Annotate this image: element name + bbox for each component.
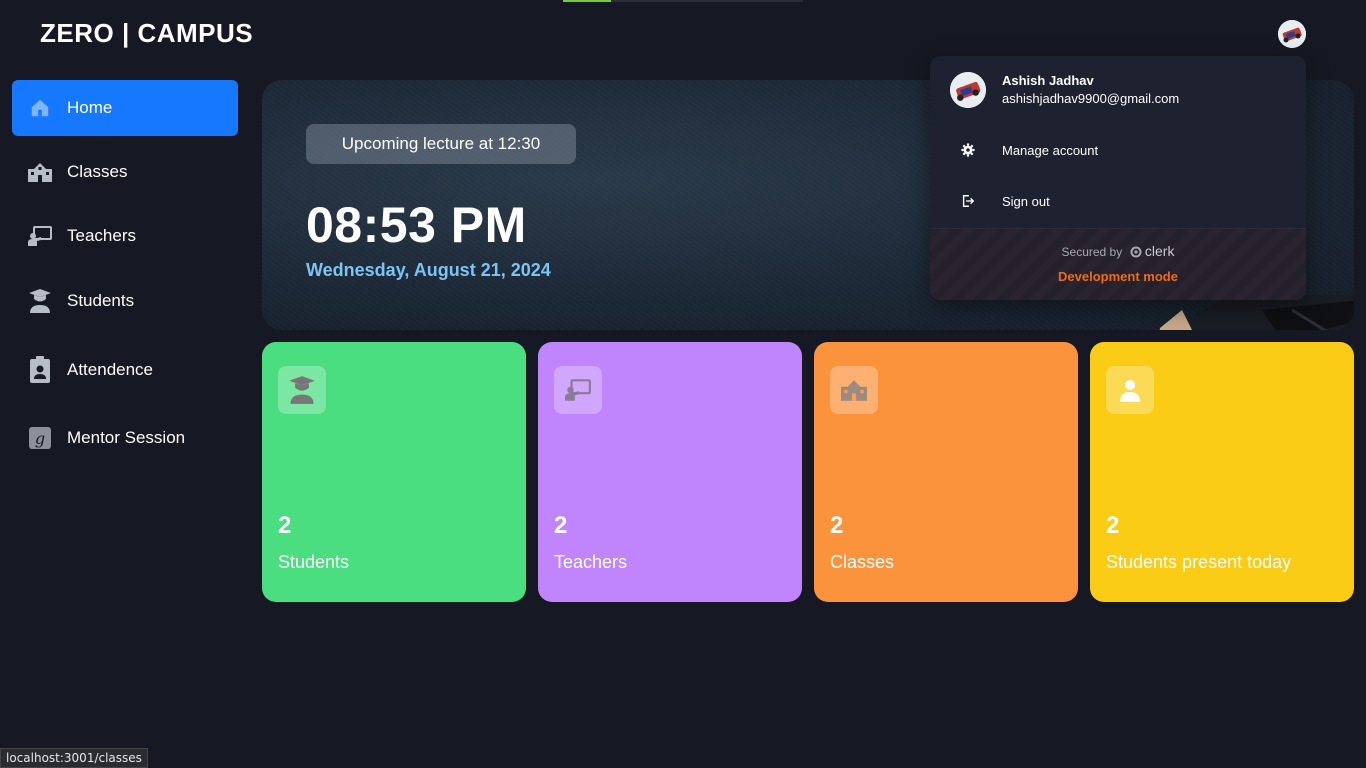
stat-count: 2 <box>1106 512 1120 539</box>
stat-card-classes[interactable]: 2 Classes <box>814 342 1078 602</box>
svg-text:g: g <box>35 429 45 448</box>
sidebar-item-classes[interactable]: Classes <box>12 144 238 200</box>
account-dropdown: Ashish Jadhav ashishjadhav9900@gmail.com… <box>930 56 1306 300</box>
sign-out-label: Sign out <box>1002 193 1050 209</box>
sidebar-item-label: Students <box>67 291 135 310</box>
sidebar-item-attendence[interactable]: Attendence <box>12 342 238 398</box>
teacher-board-icon <box>27 223 53 249</box>
sidebar-item-label: Mentor Session <box>67 428 186 447</box>
secured-by[interactable]: Secured by clerk <box>930 243 1306 261</box>
sign-out-icon <box>960 193 976 209</box>
stat-label: Students <box>278 552 350 572</box>
home-icon <box>27 95 53 121</box>
sign-out-button[interactable]: Sign out <box>930 179 1306 223</box>
sidebar-item-teachers[interactable]: Teachers <box>12 208 238 264</box>
current-date: Wednesday, August 21, 2024 <box>306 260 551 280</box>
manage-account-label: Manage account <box>1002 142 1099 158</box>
development-mode-badge: Development mode <box>1058 269 1178 284</box>
status-bar-url: localhost:3001/classes <box>0 748 148 768</box>
stat-count: 2 <box>554 512 568 539</box>
account-email: ashishjadhav9900@gmail.com <box>1002 91 1180 106</box>
dropdown-footer: Secured by clerk Development mode <box>930 228 1306 300</box>
user-avatar-button[interactable] <box>1278 20 1306 48</box>
clerk-logo-icon <box>1130 246 1142 261</box>
gear-icon <box>960 142 976 158</box>
clipboard-user-icon <box>27 356 53 383</box>
account-name: Ashish Jadhav <box>1002 73 1094 88</box>
stat-label: Students present today <box>1106 552 1292 572</box>
sidebar-item-students[interactable]: Students <box>12 273 238 329</box>
current-time: 08:53 PM <box>306 197 527 253</box>
page-load-progress-bar <box>563 0 803 2</box>
stat-label: Teachers <box>554 552 628 572</box>
stat-card-students-present[interactable]: 2 Students present today <box>1090 342 1354 602</box>
mentor-g-icon: g <box>27 425 53 451</box>
app-logo[interactable]: ZERO | CAMPUS <box>40 18 253 49</box>
sidebar-item-label: Teachers <box>67 226 136 245</box>
manage-account-button[interactable]: Manage account <box>930 128 1306 172</box>
sidebar-item-mentor-session[interactable]: g Mentor Session <box>12 410 238 466</box>
dropdown-avatar <box>950 72 986 108</box>
stat-count: 2 <box>830 512 844 539</box>
school-building-icon <box>830 366 878 414</box>
graduate-icon <box>278 366 326 414</box>
graduate-icon <box>27 288 53 314</box>
sidebar-item-home[interactable]: Home <box>12 80 238 136</box>
secured-by-label: Secured by <box>1061 245 1123 259</box>
teacher-board-icon <box>554 366 602 414</box>
sidebar-item-label: Home <box>67 98 113 117</box>
avatar-image <box>1278 20 1306 48</box>
stat-card-students[interactable]: 2 Students <box>262 342 526 602</box>
user-icon <box>1106 366 1154 414</box>
sidebar-item-label: Classes <box>67 162 128 181</box>
page-load-progress-fill <box>563 0 611 2</box>
clerk-brand: clerk <box>1144 243 1175 259</box>
stat-label: Classes <box>830 552 895 572</box>
stat-card-teachers[interactable]: 2 Teachers <box>538 342 802 602</box>
stat-count: 2 <box>278 512 292 539</box>
upcoming-lecture-badge: Upcoming lecture at 12:30 <box>306 124 576 164</box>
sidebar-item-label: Attendence <box>67 360 154 379</box>
school-building-icon <box>27 159 53 185</box>
